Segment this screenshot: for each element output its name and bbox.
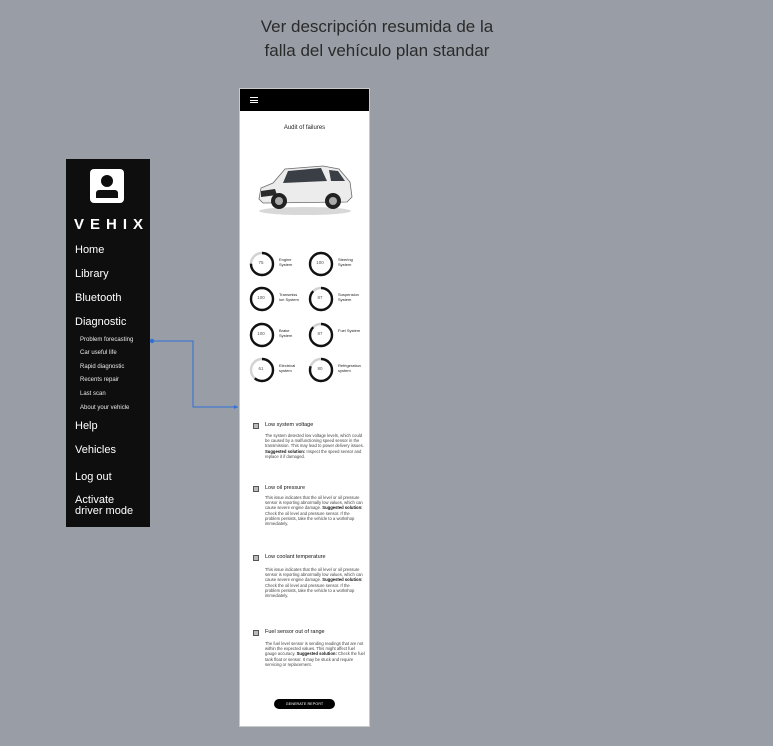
sidebar-subitem-car-useful-life[interactable]: Car useful life bbox=[80, 350, 117, 356]
hamburger-menu-icon[interactable] bbox=[250, 97, 258, 103]
issue-checkbox[interactable] bbox=[253, 630, 259, 636]
gauge-label: Engine System bbox=[279, 257, 293, 267]
phone-screen: Audit of failures Low system voltage The… bbox=[239, 88, 370, 727]
car-image bbox=[258, 165, 353, 215]
page-title: Audit of failures bbox=[283, 125, 326, 131]
gauge-label: Electrical system bbox=[279, 363, 296, 373]
app-topbar bbox=[240, 89, 369, 111]
gauge-value: 87 bbox=[317, 295, 323, 300]
issue-description: The fuel level sensor is sending reading… bbox=[265, 641, 365, 667]
sidebar-subitem-last-scan[interactable]: Last scan bbox=[80, 391, 106, 397]
sidebar-item-bluetooth[interactable]: Bluetooth bbox=[75, 292, 121, 304]
gauge-value: 87 bbox=[317, 331, 323, 336]
gauge-value: 100 bbox=[257, 295, 265, 300]
gauge-label: Refrigeration system bbox=[338, 363, 361, 373]
gauge-value: 100 bbox=[257, 331, 265, 336]
user-avatar-icon[interactable] bbox=[90, 169, 124, 203]
sidebar-item-help[interactable]: Help bbox=[75, 420, 98, 432]
issue-title: Low oil pressure bbox=[265, 485, 306, 491]
issue-title: Fuel sensor out of range bbox=[265, 629, 325, 635]
sidebar-item-vehicles[interactable]: Vehicles bbox=[75, 444, 116, 456]
connector-line bbox=[152, 340, 238, 408]
sidebar-item-diagnostic[interactable]: Diagnostic bbox=[75, 316, 126, 328]
issue-title: Low coolant temperature bbox=[265, 554, 326, 560]
sidebar-item-library[interactable]: Library bbox=[75, 268, 109, 280]
sidebar-subitem-recents-repair[interactable]: Recents repair bbox=[80, 377, 119, 383]
gauge-label: Brake System bbox=[279, 328, 293, 338]
page-caption: Ver descripción resumida de la falla del… bbox=[260, 17, 494, 60]
issue-checkbox[interactable] bbox=[253, 486, 259, 492]
issue-description: This issue indicates that the oil level … bbox=[265, 495, 363, 527]
connector-start-dot bbox=[149, 338, 155, 344]
issue-checkbox[interactable] bbox=[253, 555, 259, 561]
sidebar-item-home[interactable]: Home bbox=[75, 244, 104, 256]
sidebar-menu: VEHIX Home Library Bluetooth Diagnostic … bbox=[66, 159, 150, 527]
gauge-value: 61 bbox=[258, 366, 264, 371]
activate-line-2: driver mode bbox=[75, 505, 134, 517]
gauge-label: Transmiss ion System bbox=[279, 292, 299, 302]
issue-description: This issue indicates that the oil level … bbox=[265, 567, 363, 599]
issue-description: The system detected low voltage levels, … bbox=[265, 433, 364, 459]
issue-checkbox[interactable] bbox=[253, 423, 259, 429]
sidebar-subitem-problem-forecasting[interactable]: Problem forecasting bbox=[80, 337, 133, 343]
gauge-label: Suspension System bbox=[338, 292, 359, 302]
gauge-label: Fuel System bbox=[338, 328, 361, 333]
sidebar-subitem-about-vehicle[interactable]: About your vehicle bbox=[80, 405, 129, 411]
sidebar-subitem-rapid-diagnostic[interactable]: Rapid diagnostic bbox=[80, 364, 124, 370]
gauge-value: 75 bbox=[258, 260, 264, 265]
generate-report-button[interactable]: GENERATE REPORT bbox=[274, 699, 335, 709]
issue-title: Low system voltage bbox=[265, 422, 314, 428]
gauge-value: 100 bbox=[316, 260, 324, 265]
brand-logo: VEHIX bbox=[74, 216, 150, 233]
connector-arrowhead bbox=[234, 405, 238, 409]
sidebar-item-activate-driver-mode[interactable]: Activate driver mode bbox=[75, 495, 133, 517]
gauge-value: 80 bbox=[317, 366, 323, 371]
sidebar-item-logout[interactable]: Log out bbox=[75, 471, 112, 483]
gauge-label: Steering System bbox=[338, 257, 353, 267]
